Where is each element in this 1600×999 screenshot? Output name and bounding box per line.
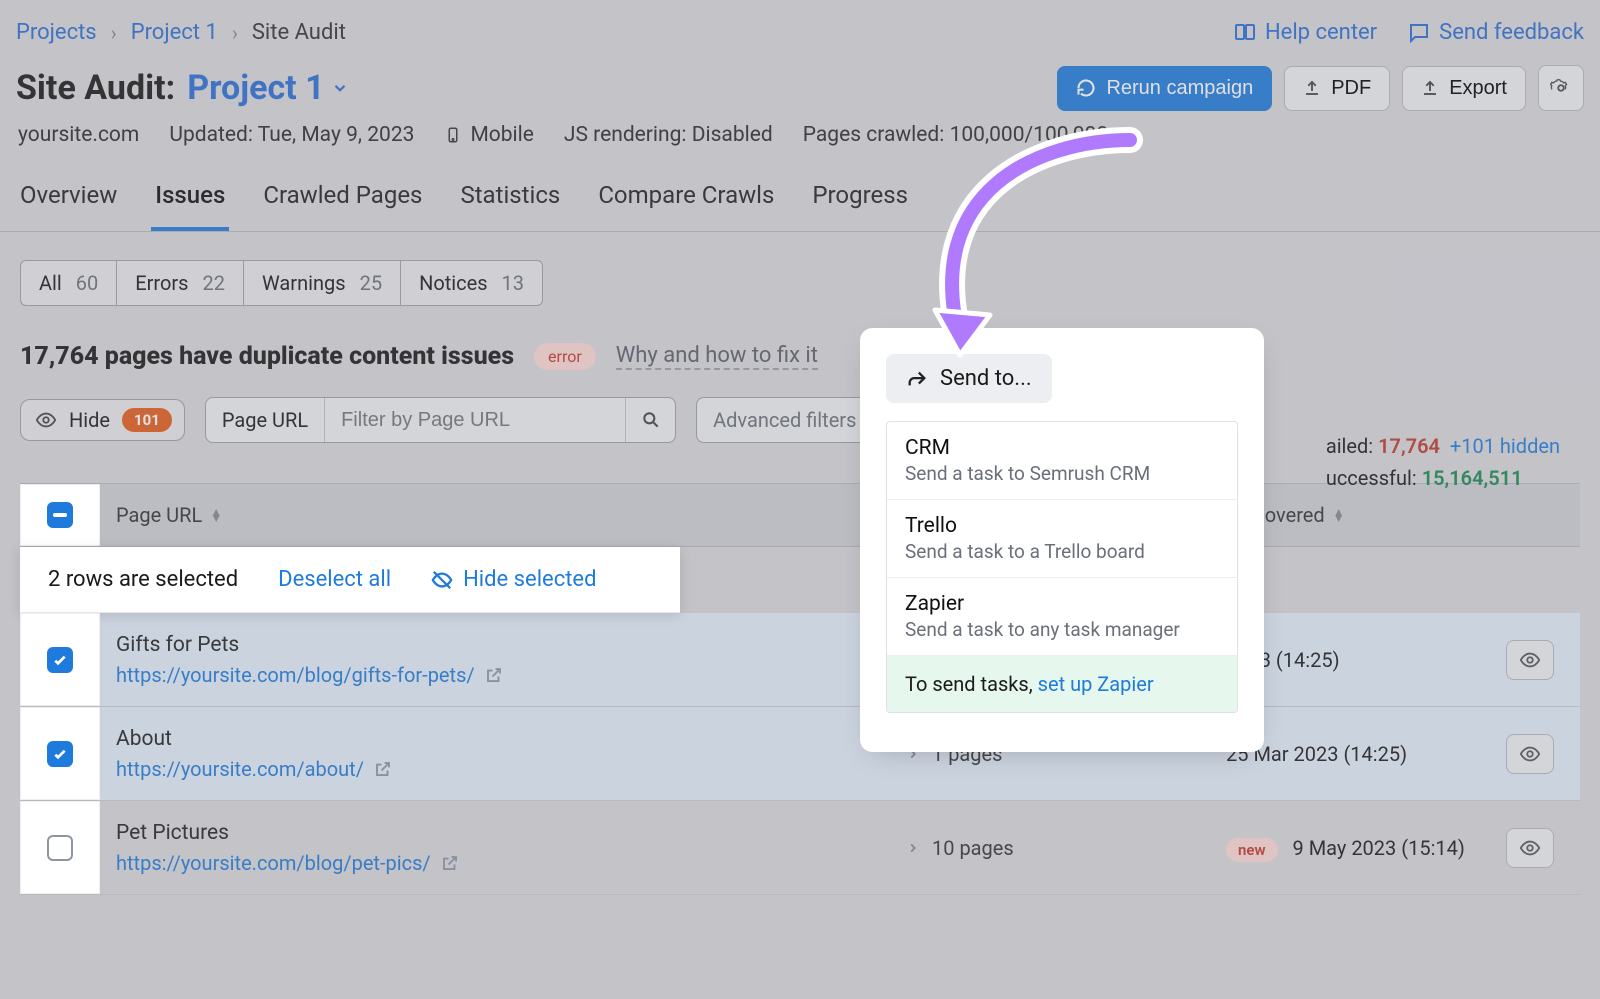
filter-errors[interactable]: Errors22 xyxy=(117,260,244,306)
send-to-footer: To send tasks, set up Zapier xyxy=(887,656,1237,712)
chevron-down-icon xyxy=(331,79,349,97)
issue-title: 17,764 pages have duplicate content issu… xyxy=(20,342,514,371)
chat-icon xyxy=(1407,21,1431,45)
chevron-right-icon xyxy=(906,841,920,855)
external-link-icon xyxy=(485,666,503,684)
row-url-link[interactable]: https://yoursite.com/about/ xyxy=(116,757,392,781)
settings-button[interactable] xyxy=(1538,65,1584,111)
tab-compare-crawls[interactable]: Compare Crawls xyxy=(594,167,778,231)
search-icon xyxy=(641,410,661,430)
domain-label: yoursite.com xyxy=(18,123,139,147)
row-discovered: new 9 May 2023 (15:14) xyxy=(1210,822,1490,874)
share-arrow-icon xyxy=(906,368,928,390)
updated-label: Updated: Tue, May 9, 2023 xyxy=(169,123,414,147)
new-badge: new xyxy=(1226,838,1278,862)
advanced-filters[interactable]: Advanced filters xyxy=(696,397,896,443)
row-view-button[interactable] xyxy=(1506,640,1554,680)
book-icon xyxy=(1233,21,1257,45)
tab-statistics[interactable]: Statistics xyxy=(456,167,564,231)
upload-icon xyxy=(1421,79,1439,97)
row-title: Pet Pictures xyxy=(116,821,874,845)
tab-progress[interactable]: Progress xyxy=(808,167,912,231)
breadcrumb-project[interactable]: Project 1 xyxy=(131,20,218,45)
eye-off-icon xyxy=(431,569,453,591)
table-row: About https://yoursite.com/about/ 1 page… xyxy=(20,707,1580,801)
row-url-link[interactable]: https://yoursite.com/blog/gifts-for-pets… xyxy=(116,663,503,687)
error-badge: error xyxy=(534,343,596,370)
eye-icon xyxy=(1519,743,1541,765)
external-link-icon xyxy=(441,854,459,872)
send-to-button[interactable]: Send to... xyxy=(886,354,1052,403)
help-center-link[interactable]: Help center xyxy=(1233,20,1377,45)
tab-issues[interactable]: Issues xyxy=(151,167,229,231)
page-url-filter-input[interactable] xyxy=(325,398,625,442)
breadcrumb-projects[interactable]: Projects xyxy=(16,20,97,45)
row-discovered: 2023 (14:25) xyxy=(1210,634,1490,686)
page-url-filter: Page URL xyxy=(205,397,676,443)
table-row: Gifts for Pets https://yoursite.com/blog… xyxy=(20,613,1580,707)
sort-icon: ▲▼ xyxy=(210,509,222,521)
how-to-fix-link[interactable]: Why and how to fix it xyxy=(616,343,818,370)
mobile-icon xyxy=(444,123,462,147)
row-discovered: 25 Mar 2023 (14:25) xyxy=(1210,728,1490,780)
tab-overview[interactable]: Overview xyxy=(16,167,121,231)
export-button[interactable]: Export xyxy=(1402,66,1526,111)
send-to-zapier[interactable]: Zapier Send a task to any task manager xyxy=(887,578,1237,656)
pdf-button[interactable]: PDF xyxy=(1284,66,1390,111)
send-to-popover: Send to... CRM Send a task to Semrush CR… xyxy=(872,340,1252,740)
rerun-campaign-button[interactable]: Rerun campaign xyxy=(1057,66,1272,111)
selection-bar: 2 rows are selected Deselect all Hide se… xyxy=(20,547,680,613)
tab-crawled-pages[interactable]: Crawled Pages xyxy=(259,167,426,231)
send-to-crm[interactable]: CRM Send a task to Semrush CRM xyxy=(887,422,1237,500)
sort-icon: ▲▼ xyxy=(1333,509,1345,521)
checks-panel: ailed: 17,764 +101 hidden uccessful: 15,… xyxy=(1326,430,1560,494)
filter-notices[interactable]: Notices13 xyxy=(401,260,543,306)
select-all-checkbox[interactable] xyxy=(47,502,73,528)
page-url-filter-label: Page URL xyxy=(206,398,325,442)
eye-icon xyxy=(1519,649,1541,671)
row-pages[interactable]: 10 pages xyxy=(890,822,1210,874)
upload-icon xyxy=(1303,79,1321,97)
hide-count-badge: 101 xyxy=(122,408,172,432)
hide-selected-link[interactable]: Hide selected xyxy=(431,567,596,592)
refresh-icon xyxy=(1076,78,1096,98)
column-page-url[interactable]: Page URL ▲▼ xyxy=(100,503,890,527)
send-to-trello[interactable]: Trello Send a task to a Trello board xyxy=(887,500,1237,578)
filter-all[interactable]: All60 xyxy=(20,260,117,306)
deselect-all-link[interactable]: Deselect all xyxy=(278,567,391,592)
setup-zapier-link[interactable]: set up Zapier xyxy=(1038,672,1154,696)
row-url-link[interactable]: https://yoursite.com/blog/pet-pics/ xyxy=(116,851,459,875)
gear-icon xyxy=(1550,77,1572,99)
eye-icon xyxy=(35,409,57,431)
chevron-right-icon: › xyxy=(232,21,238,45)
selection-count: 2 rows are selected xyxy=(48,567,238,592)
external-link-icon xyxy=(374,760,392,778)
row-title: About xyxy=(116,727,874,751)
hide-button[interactable]: Hide 101 xyxy=(20,399,185,441)
page-title: Site Audit: Project 1 xyxy=(16,68,349,108)
breadcrumb: Projects › Project 1 › Site Audit xyxy=(16,20,346,45)
tabs: Overview Issues Crawled Pages Statistics… xyxy=(0,167,1600,232)
row-checkbox[interactable] xyxy=(47,647,73,673)
js-rendering-label: JS rendering: Disabled xyxy=(564,123,773,147)
hidden-checks-link[interactable]: +101 hidden xyxy=(1450,434,1560,458)
row-checkbox[interactable] xyxy=(47,741,73,767)
row-title: Gifts for Pets xyxy=(116,633,874,657)
chevron-right-icon xyxy=(906,747,920,761)
breadcrumb-current: Site Audit xyxy=(252,20,346,45)
chevron-right-icon: › xyxy=(111,21,117,45)
project-selector[interactable]: Project 1 xyxy=(187,68,348,108)
row-view-button[interactable] xyxy=(1506,828,1554,868)
pages-crawled-label: Pages crawled: 100,000/100,000 xyxy=(803,123,1108,147)
send-feedback-link[interactable]: Send feedback xyxy=(1407,20,1584,45)
filter-warnings[interactable]: Warnings25 xyxy=(244,260,401,306)
row-checkbox[interactable] xyxy=(47,835,73,861)
table-row: Pet Pictures https://yoursite.com/blog/p… xyxy=(20,801,1580,895)
device-label: Mobile xyxy=(444,123,533,147)
column-discovered[interactable]: Discovered ▲▼ xyxy=(1210,503,1490,527)
row-view-button[interactable] xyxy=(1506,734,1554,774)
eye-icon xyxy=(1519,837,1541,859)
search-button[interactable] xyxy=(625,398,675,442)
